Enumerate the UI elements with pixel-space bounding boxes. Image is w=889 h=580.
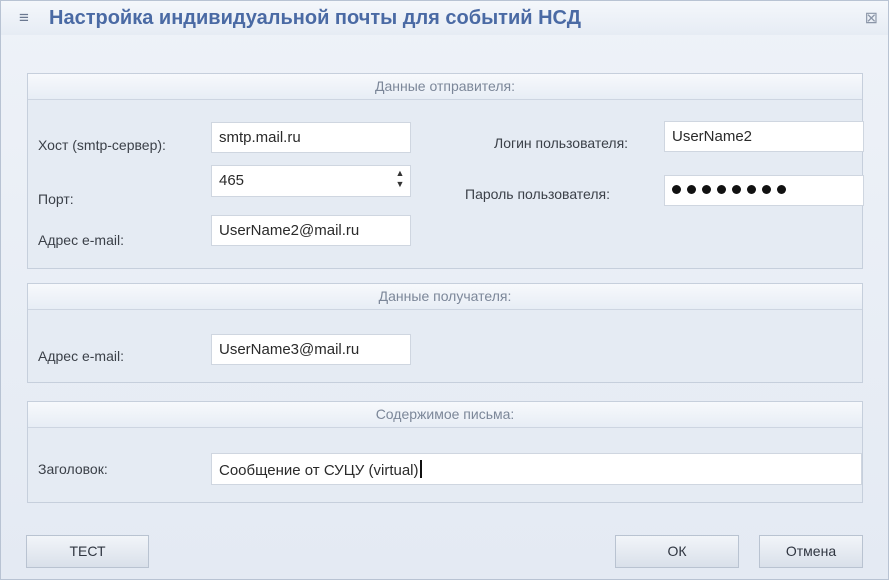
subject-label: Заголовок: <box>38 461 108 477</box>
password-input[interactable] <box>664 175 864 206</box>
sender-group-header: Данные отправителя: <box>28 74 862 100</box>
recipient-group: Данные получателя: Адрес e-mail: UserNam… <box>27 283 863 383</box>
recipient-group-header: Данные получателя: <box>28 284 862 310</box>
sender-group: Данные отправителя: Хост (smtp-сервер): … <box>27 73 864 269</box>
ok-button[interactable]: ОК <box>615 535 739 568</box>
login-value: UserName2 <box>672 128 753 145</box>
title-bar: ≡ Настройка индивидуальной почты для соб… <box>1 1 888 35</box>
window-title: Настройка индивидуальной почты для событ… <box>49 7 581 29</box>
host-value: smtp.mail.ru <box>219 129 301 146</box>
sender-email-value: UserName2@mail.ru <box>219 222 360 239</box>
close-icon[interactable]: ⊠ <box>865 8 878 28</box>
settings-dialog: ≡ Настройка индивидуальной почты для соб… <box>0 0 889 580</box>
password-label: Пароль пользователя: <box>465 186 611 202</box>
spin-down-icon[interactable]: ▼ <box>394 179 406 190</box>
password-dots <box>672 180 792 197</box>
host-input[interactable]: smtp.mail.ru <box>211 122 411 153</box>
sender-email-label: Адрес e-mail: <box>38 232 124 248</box>
port-spin-buttons[interactable]: ▲ ▼ <box>394 168 406 190</box>
subject-value: Сообщение от СУЦУ (virtual) <box>219 462 419 479</box>
test-button[interactable]: ТЕСТ <box>26 535 149 568</box>
port-label: Порт: <box>38 191 74 207</box>
login-label: Логин пользователя: <box>494 135 629 151</box>
recipient-email-input[interactable]: UserName3@mail.ru <box>211 334 411 365</box>
port-value: 465 <box>219 172 245 189</box>
spin-up-icon[interactable]: ▲ <box>394 168 406 179</box>
recipient-email-value: UserName3@mail.ru <box>219 341 360 358</box>
sender-email-input[interactable]: UserName2@mail.ru <box>211 215 411 246</box>
cancel-button[interactable]: Отмена <box>759 535 863 568</box>
text-cursor <box>419 460 422 478</box>
window-menu-icon[interactable]: ≡ <box>19 8 29 28</box>
port-stepper[interactable]: 465 ▲ ▼ <box>211 165 411 197</box>
content-group-header: Содержимое письма: <box>28 402 862 428</box>
content-group: Содержимое письма: Заголовок: Сообщение … <box>27 401 863 503</box>
subject-input[interactable]: Сообщение от СУЦУ (virtual) <box>211 453 862 485</box>
host-label: Хост (smtp-сервер): <box>38 137 166 153</box>
login-input[interactable]: UserName2 <box>664 121 864 152</box>
recipient-email-label: Адрес e-mail: <box>38 348 124 364</box>
